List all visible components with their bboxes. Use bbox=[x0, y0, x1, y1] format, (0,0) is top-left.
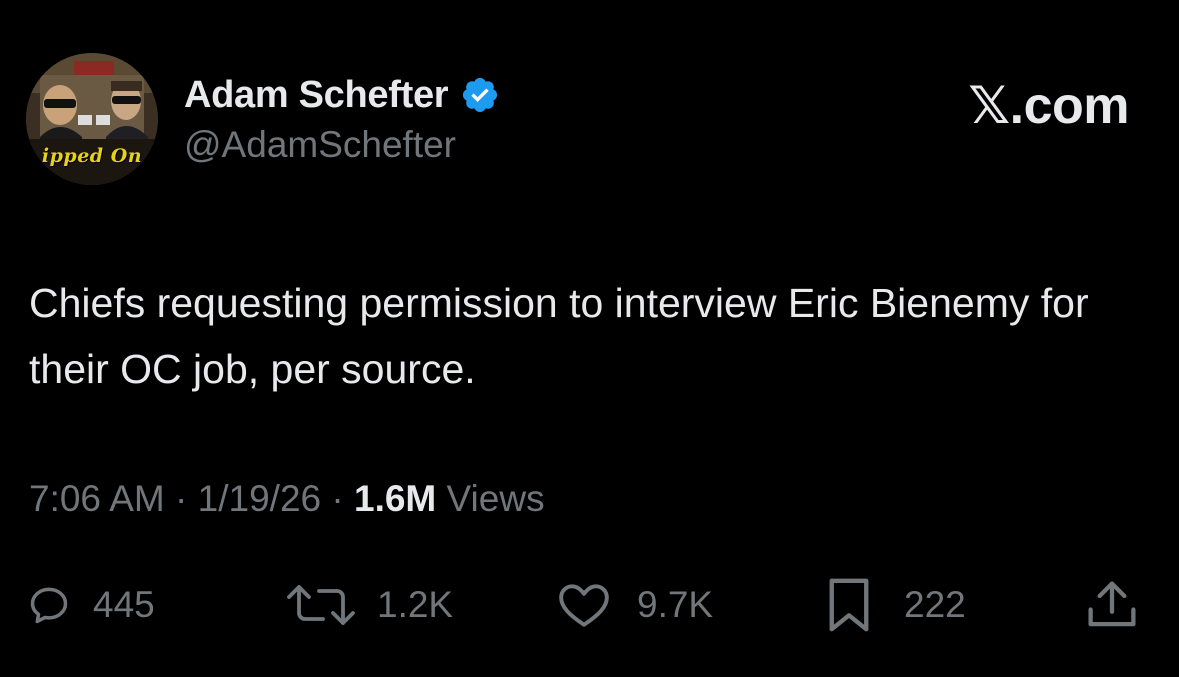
heart-icon bbox=[559, 584, 609, 627]
meta-separator: · bbox=[321, 478, 354, 519]
author-display-name[interactable]: Adam Schefter bbox=[184, 74, 449, 117]
share-button[interactable] bbox=[1085, 577, 1139, 633]
repost-icon bbox=[287, 585, 355, 625]
tweet-meta: 7:06 AM · 1/19/26 · 1.6M Views bbox=[29, 478, 545, 520]
meta-separator: · bbox=[164, 478, 198, 519]
repost-button[interactable]: 1.2K bbox=[285, 577, 453, 633]
like-count: 9.7K bbox=[637, 584, 714, 625]
reply-button[interactable]: 445 bbox=[27, 577, 155, 633]
bookmark-icon bbox=[829, 578, 869, 632]
views-count: 1.6M bbox=[354, 478, 437, 519]
tweet-date[interactable]: 1/19/26 bbox=[198, 478, 321, 519]
share-icon bbox=[1088, 581, 1136, 627]
views-label: Views bbox=[436, 478, 545, 519]
repost-count: 1.2K bbox=[377, 584, 454, 625]
avatar-caption: ipped On bbox=[41, 145, 143, 167]
author-handle[interactable]: @AdamSchefter bbox=[184, 124, 456, 166]
bookmark-count: 222 bbox=[904, 584, 966, 625]
avatar[interactable]: ipped On bbox=[26, 53, 158, 185]
like-button[interactable]: 9.7K bbox=[557, 577, 713, 633]
tweet-text: Chiefs requesting permission to intervie… bbox=[29, 280, 1089, 392]
reply-icon bbox=[30, 587, 68, 624]
reply-count: 445 bbox=[93, 584, 155, 625]
bookmark-button[interactable]: 222 bbox=[826, 577, 966, 633]
author-name-row: Adam Schefter bbox=[184, 72, 500, 118]
brand-logo: 𝕏.com bbox=[968, 77, 1129, 135]
action-bar: 445 1.2K 9.7K 222 bbox=[0, 577, 1179, 633]
verified-badge-icon bbox=[463, 77, 498, 113]
tweet-time[interactable]: 7:06 AM bbox=[29, 478, 165, 519]
